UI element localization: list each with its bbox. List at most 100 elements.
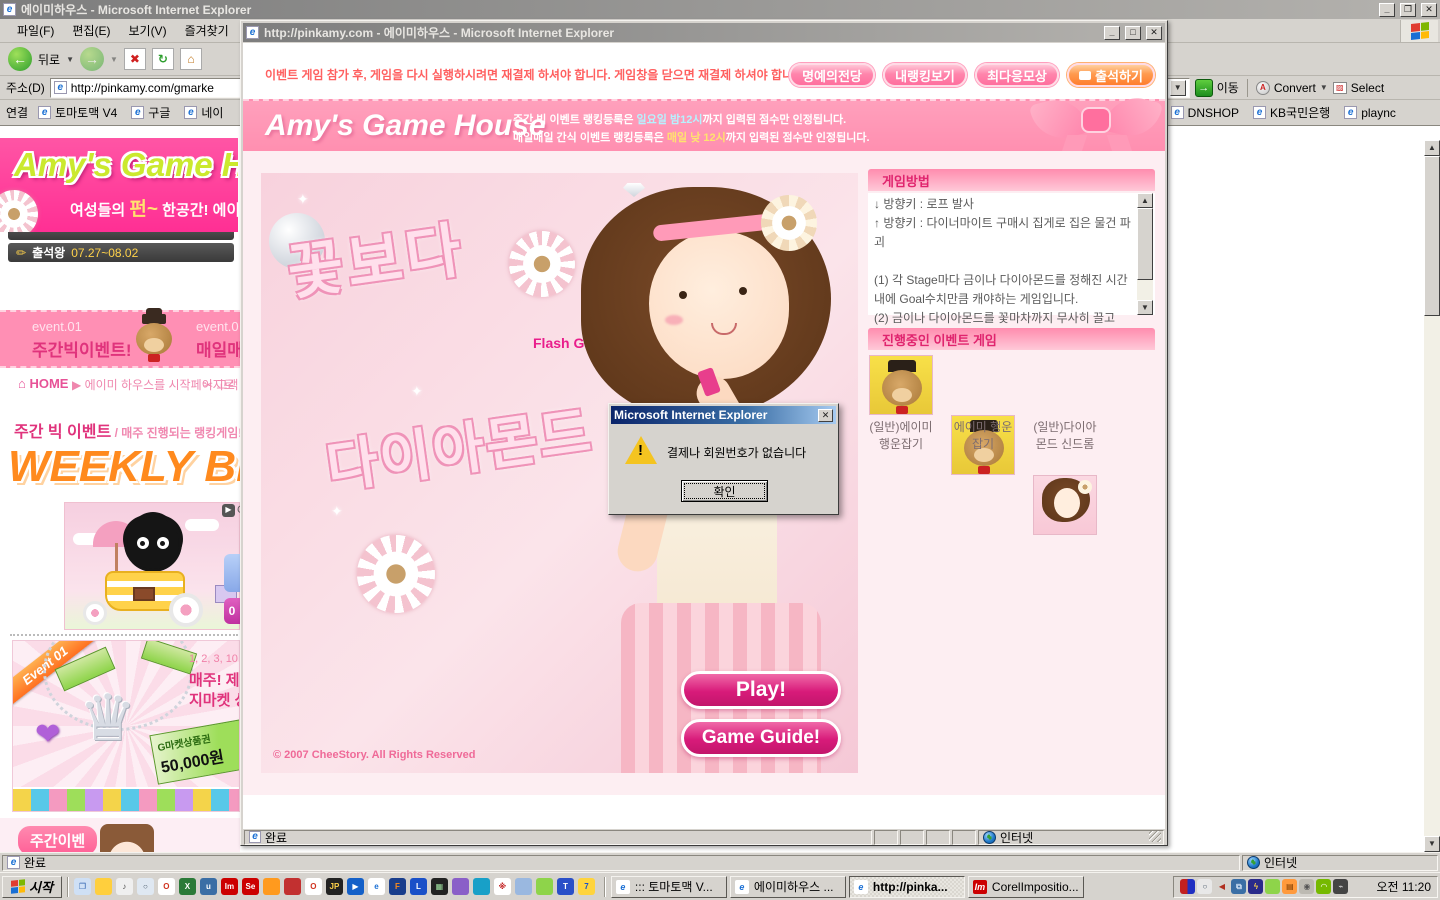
- my-ranking-button[interactable]: 내랭킹보기: [883, 63, 967, 87]
- howto-scrollbar[interactable]: ▲ ▼: [1137, 193, 1153, 315]
- jp-app-icon[interactable]: JP: [326, 878, 343, 895]
- dialog-close-button[interactable]: ✕: [818, 409, 833, 422]
- pill-icon[interactable]: [536, 878, 553, 895]
- customer-link[interactable]: ✂ 고객: [203, 376, 238, 393]
- popup-close-button[interactable]: ✕: [1146, 26, 1162, 40]
- show-desktop-icon[interactable]: ❐: [74, 878, 91, 895]
- blue-marble-icon[interactable]: [515, 878, 532, 895]
- stop-button[interactable]: ✖: [124, 48, 146, 70]
- utorrent-icon[interactable]: u: [200, 878, 217, 895]
- scroll-down-button[interactable]: ▼: [1424, 836, 1440, 852]
- taskbar-button[interactable]: e::: 토마토맥 V...: [611, 876, 727, 898]
- corel-se-icon[interactable]: Se: [242, 878, 259, 895]
- menu-file[interactable]: 파일(F): [8, 19, 63, 42]
- howto-scroll-down[interactable]: ▼: [1137, 300, 1153, 315]
- red-text-icon[interactable]: ※: [494, 878, 511, 895]
- link-naver[interactable]: e네이: [184, 104, 223, 121]
- plug-icon[interactable]: ⌁: [1333, 879, 1348, 894]
- event2-title[interactable]: 매일매: [196, 336, 240, 361]
- menu-view[interactable]: 보기(V): [119, 19, 175, 42]
- volume-icon[interactable]: ◀: [1214, 879, 1229, 894]
- opera-icon[interactable]: O: [158, 878, 175, 895]
- howto-scroll-up[interactable]: ▲: [1137, 193, 1153, 208]
- back-label[interactable]: 뒤로: [38, 51, 60, 68]
- convert-button[interactable]: A Convert ▼: [1256, 81, 1328, 95]
- menu-edit[interactable]: 편집(E): [63, 19, 119, 42]
- taskbar-button[interactable]: ImCorelImpositio...: [968, 876, 1084, 898]
- pill-tray-icon[interactable]: [1265, 879, 1280, 894]
- taskbar-button[interactable]: e에이미하우스 ...: [730, 876, 846, 898]
- dialog-ok-button[interactable]: 확인: [681, 480, 768, 502]
- forward-button[interactable]: →: [80, 47, 104, 71]
- corel-im-icon[interactable]: Im: [221, 878, 238, 895]
- excel-icon[interactable]: X: [179, 878, 196, 895]
- popup-minimize-button[interactable]: _: [1104, 26, 1120, 40]
- home-button[interactable]: ⌂: [180, 48, 202, 70]
- link-plaync[interactable]: eplaync: [1344, 106, 1396, 120]
- network-icon[interactable]: ⧉: [1231, 879, 1246, 894]
- go-button[interactable]: → 이동: [1195, 79, 1239, 97]
- search-app-icon[interactable]: ○: [137, 878, 154, 895]
- side-button-magenta[interactable]: 0: [224, 598, 240, 624]
- weekly-game-banner[interactable]: [64, 502, 240, 630]
- scroll-up-button[interactable]: ▲: [1424, 140, 1440, 156]
- music-app-icon[interactable]: ♪: [116, 878, 133, 895]
- side-button-blue[interactable]: [224, 554, 240, 592]
- back-button[interactable]: ←: [8, 47, 32, 71]
- refresh-button[interactable]: ↻: [152, 48, 174, 70]
- firefox-icon[interactable]: F: [389, 878, 406, 895]
- magnifier-icon[interactable]: ○: [1197, 879, 1212, 894]
- event-game-thumb-bear1[interactable]: [869, 355, 933, 415]
- power-icon[interactable]: ϟ: [1248, 879, 1263, 894]
- disc-icon[interactable]: ◉: [1299, 879, 1314, 894]
- convert-dropdown-icon[interactable]: ▼: [1320, 83, 1328, 92]
- popup-maximize-button[interactable]: □: [1125, 26, 1141, 40]
- media-player-icon[interactable]: ▶: [347, 878, 364, 895]
- resize-grip[interactable]: [1149, 830, 1161, 842]
- dialog-titlebar[interactable]: Microsoft Internet Explorer ✕: [611, 406, 836, 424]
- attendance-bar[interactable]: ✏ 출석왕 07.27~08.02: [8, 243, 234, 262]
- opera2-icon[interactable]: O: [305, 878, 322, 895]
- link-kbbank[interactable]: eKB국민은행: [1253, 104, 1330, 121]
- sun-app-icon[interactable]: [263, 878, 280, 895]
- home-link[interactable]: ⌂ HOME: [18, 376, 68, 391]
- taskbar-button[interactable]: ehttp://pinka...: [849, 876, 965, 898]
- link-tomatomac[interactable]: e토마토맥 V4: [38, 104, 117, 121]
- howto-scroll-thumb[interactable]: [1137, 208, 1153, 280]
- device-icon[interactable]: ▤: [1282, 879, 1297, 894]
- scroll-thumb[interactable]: [1424, 156, 1440, 316]
- event-game-caption[interactable]: (일반)에이미행운잡기: [863, 419, 939, 453]
- toto-icon[interactable]: T: [557, 878, 574, 895]
- ie-icon[interactable]: e: [368, 878, 385, 895]
- play-button[interactable]: Play!: [681, 671, 841, 709]
- purple-orb-icon[interactable]: [452, 878, 469, 895]
- close-button[interactable]: ✕: [1421, 3, 1437, 17]
- popup-titlebar[interactable]: e http://pinkamy.com - 에이미하우스 - Microsof…: [243, 23, 1165, 42]
- start-button[interactable]: 시작: [2, 876, 62, 898]
- event1-title[interactable]: 주간빅이벤트!: [32, 336, 132, 361]
- back-dropdown-icon[interactable]: ▼: [66, 55, 74, 64]
- menu-favorites[interactable]: 즐겨찾기: [176, 19, 238, 42]
- half-orb-icon[interactable]: [1180, 879, 1195, 894]
- forward-dropdown-icon[interactable]: ▼: [110, 55, 118, 64]
- select-button[interactable]: ▨ Select: [1333, 81, 1384, 95]
- windows-update-icon[interactable]: [1352, 879, 1366, 893]
- main-scrollbar[interactable]: ▲ ▼: [1424, 126, 1440, 852]
- site-logo[interactable]: Amy's Game Ho: [14, 146, 238, 184]
- minimize-button[interactable]: _: [1379, 3, 1395, 17]
- event-game-thumb-girl[interactable]: [1033, 475, 1097, 535]
- restore-button[interactable]: ❐: [1400, 3, 1416, 17]
- address-dropdown-button[interactable]: ▼: [1170, 80, 1186, 96]
- seven-icon[interactable]: 7: [578, 878, 595, 895]
- link-google[interactable]: e구글: [131, 104, 170, 121]
- duck-app-icon[interactable]: [95, 878, 112, 895]
- nvidia-icon[interactable]: ◠: [1316, 879, 1331, 894]
- carousel-next-button[interactable]: ▶: [222, 504, 235, 517]
- hall-of-fame-button[interactable]: 명예의전당: [789, 63, 875, 87]
- red-orb-icon[interactable]: [284, 878, 301, 895]
- event-game-caption[interactable]: (일반)다이아몬드 신드롬: [1027, 419, 1103, 453]
- game-guide-button[interactable]: Game Guide!: [681, 719, 841, 757]
- blue-swirl-icon[interactable]: [473, 878, 490, 895]
- event01-card[interactable]: Event 01 ♛ ❤ G마켓상품권 50,000원 1, 2, 3, 10,…: [12, 640, 240, 812]
- link-dnshop[interactable]: eDNSHOP: [1171, 106, 1239, 120]
